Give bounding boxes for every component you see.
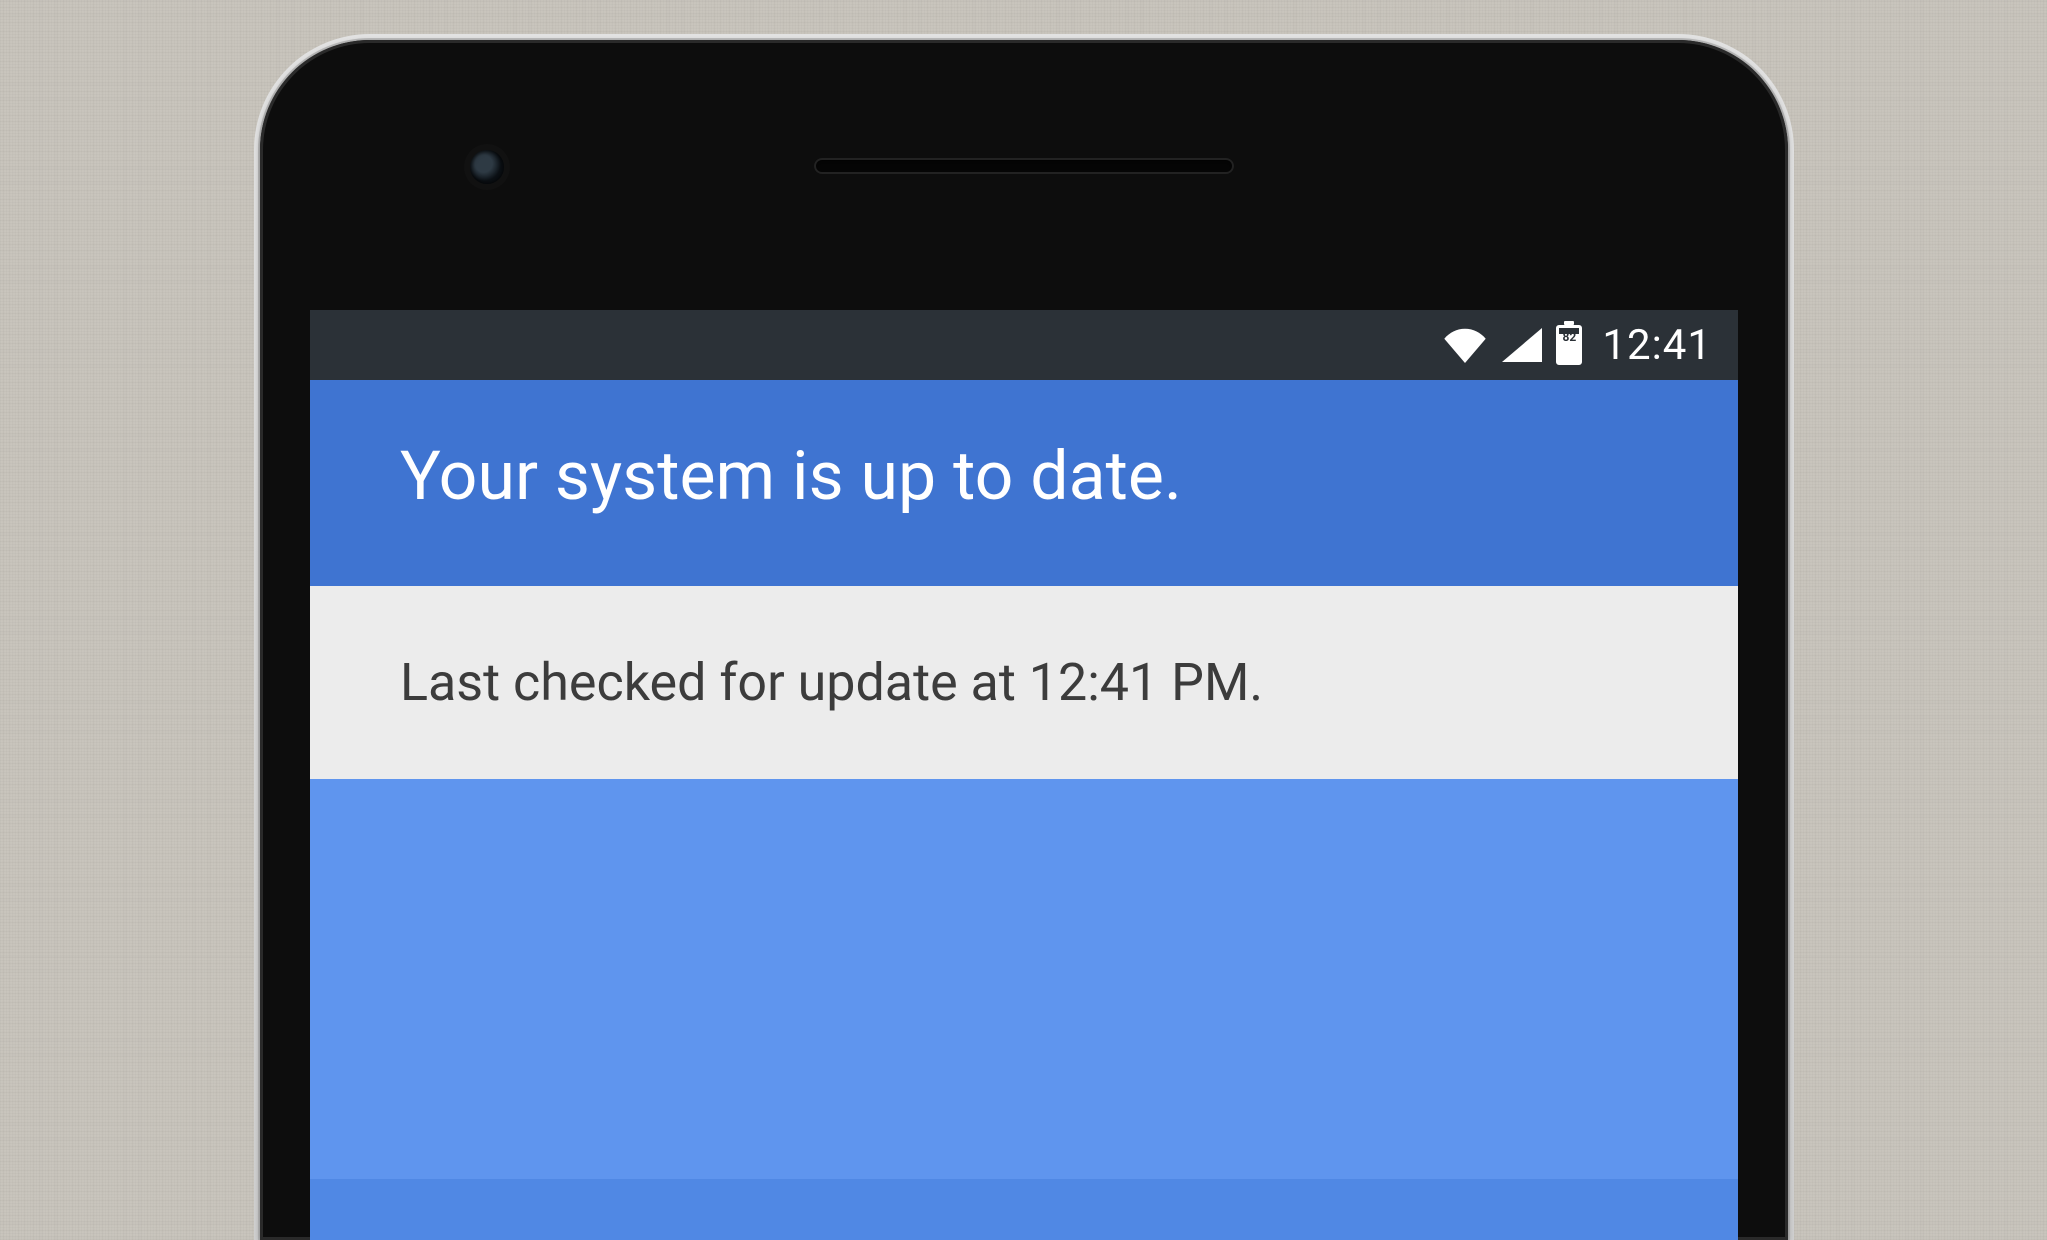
last-checked-text: Last checked for update at 12:41 PM. [400, 652, 1648, 713]
screen: 82 12:41 Your system is up to date. Last… [310, 310, 1738, 1240]
phone-frame: 82 12:41 Your system is up to date. Last… [260, 40, 1788, 1240]
last-checked-row: Last checked for update at 12:41 PM. [310, 586, 1738, 779]
cellular-signal-icon [1502, 328, 1542, 362]
update-header: Your system is up to date. [310, 380, 1738, 586]
action-area[interactable] [310, 779, 1738, 1179]
wifi-icon [1442, 327, 1488, 363]
status-clock: 12:41 [1602, 321, 1712, 370]
front-camera [470, 150, 504, 184]
battery-percent: 82 [1559, 331, 1579, 343]
status-bar[interactable]: 82 12:41 [310, 310, 1738, 380]
earpiece-speaker [814, 158, 1234, 174]
battery-icon: 82 [1556, 325, 1582, 365]
update-status-title: Your system is up to date. [400, 436, 1648, 516]
